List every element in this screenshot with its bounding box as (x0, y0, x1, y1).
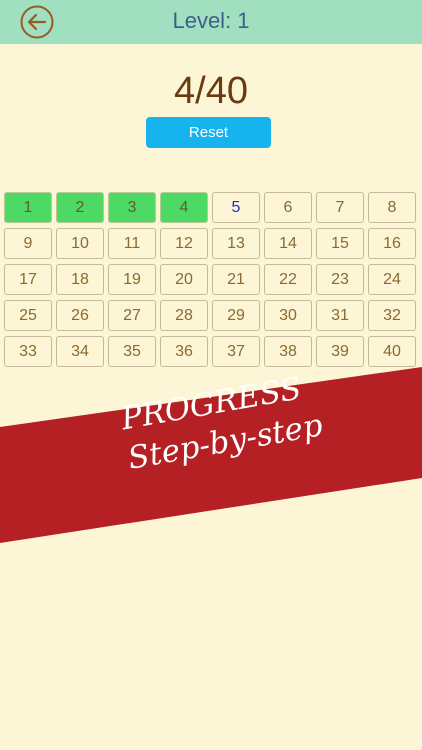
level-cell[interactable]: 37 (212, 336, 260, 367)
level-cell[interactable]: 21 (212, 264, 260, 295)
level-cell[interactable]: 4 (160, 192, 208, 223)
level-cell[interactable]: 3 (108, 192, 156, 223)
level-cell[interactable]: 14 (264, 228, 312, 259)
level-cell[interactable]: 6 (264, 192, 312, 223)
banner-line-1: PROGRESS (118, 370, 305, 438)
level-title: Level: 1 (172, 8, 250, 33)
banner-line-2: Step-by-step (125, 407, 326, 477)
level-grid: 1 2 3 4 5 6 7 8 9 10 11 12 13 14 15 16 17 18 19 20 21 22 23 24 2… (4, 192, 420, 367)
back-button[interactable] (20, 5, 54, 39)
level-cell[interactable]: 11 (108, 228, 156, 259)
level-cell[interactable]: 20 (160, 264, 208, 295)
level-cell[interactable]: 30 (264, 300, 312, 331)
level-cell[interactable]: 17 (4, 264, 52, 295)
level-cell[interactable]: 18 (56, 264, 104, 295)
level-cell[interactable]: 5 (212, 192, 260, 223)
level-cell[interactable]: 15 (316, 228, 364, 259)
level-cell[interactable]: 26 (56, 300, 104, 331)
level-cell[interactable]: 27 (108, 300, 156, 331)
level-cell[interactable]: 22 (264, 264, 312, 295)
level-cell[interactable]: 36 (160, 336, 208, 367)
level-cell[interactable]: 9 (4, 228, 52, 259)
level-cell[interactable]: 39 (316, 336, 364, 367)
reset-button[interactable]: Reset (146, 117, 271, 148)
level-cell[interactable]: 16 (368, 228, 416, 259)
level-cell[interactable]: 38 (264, 336, 312, 367)
level-cell[interactable]: 12 (160, 228, 208, 259)
level-cell[interactable]: 29 (212, 300, 260, 331)
level-cell[interactable]: 1 (4, 192, 52, 223)
level-cell[interactable]: 7 (316, 192, 364, 223)
level-cell[interactable]: 25 (4, 300, 52, 331)
level-cell[interactable]: 35 (108, 336, 156, 367)
level-cell[interactable]: 33 (4, 336, 52, 367)
banner-text: PROGRESS Step-by-step (118, 366, 326, 479)
level-cell[interactable]: 40 (368, 336, 416, 367)
progress-counter: 4/40 (174, 70, 248, 112)
level-cell[interactable]: 31 (316, 300, 364, 331)
back-arrow-icon (20, 5, 54, 39)
level-cell[interactable]: 28 (160, 300, 208, 331)
level-cell[interactable]: 19 (108, 264, 156, 295)
header-bar: Level: 1 (0, 0, 422, 44)
level-cell[interactable]: 34 (56, 336, 104, 367)
level-cell[interactable]: 13 (212, 228, 260, 259)
level-cell[interactable]: 10 (56, 228, 104, 259)
level-cell[interactable]: 24 (368, 264, 416, 295)
level-cell[interactable]: 8 (368, 192, 416, 223)
level-cell[interactable]: 2 (56, 192, 104, 223)
level-cell[interactable]: 32 (368, 300, 416, 331)
level-cell[interactable]: 23 (316, 264, 364, 295)
